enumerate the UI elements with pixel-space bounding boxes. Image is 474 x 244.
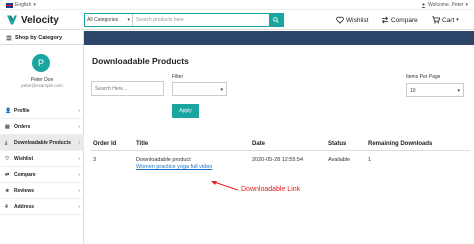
sidebar-item-wishlist[interactable]: ♡ Wishlist › <box>0 151 84 167</box>
chevron-right-icon: › <box>78 107 80 114</box>
account-sidebar: P Peter Doe peter@example.com 👤 Profile … <box>0 45 84 244</box>
category-select[interactable]: All Categories ▾ <box>85 14 133 26</box>
sub-nav: Shop by Category <box>0 31 474 45</box>
heart-icon <box>336 16 344 24</box>
sidebar-item-orders[interactable]: ▤ Orders › <box>0 119 84 135</box>
page-title: Downloadable Products <box>92 56 189 66</box>
chevron-down-icon: ▾ <box>465 2 468 8</box>
sidebar-item-profile[interactable]: 👤 Profile › <box>0 103 84 119</box>
annotation-arrow-icon <box>211 181 239 191</box>
orders-icon: ▤ <box>5 123 10 130</box>
chevron-right-icon: › <box>78 203 80 210</box>
sidebar-item-label: Address <box>14 203 35 210</box>
account-menu[interactable]: Welcome, Peter ▾ <box>421 2 468 8</box>
brand-logo[interactable]: Velocity <box>6 14 59 26</box>
search-icon <box>273 17 279 23</box>
search-bar: All Categories ▾ Search products here <box>84 13 284 27</box>
search-button[interactable] <box>269 14 283 26</box>
sidebar-item-address[interactable]: ⌾ Address › <box>0 199 84 215</box>
column-header-order-id[interactable]: Order Id <box>93 141 116 147</box>
cart-icon <box>432 16 440 24</box>
filter-label: Filter <box>172 74 184 80</box>
table-header-divider <box>90 150 470 151</box>
chevron-right-icon: › <box>78 171 80 178</box>
items-per-page-label: Items Per Page <box>406 74 441 80</box>
downloads-search-input[interactable]: Search Here... <box>91 81 164 96</box>
language-label: English <box>15 2 32 8</box>
sidebar-menu: 👤 Profile › ▤ Orders › ⤓ Downloadable Pr… <box>0 103 84 215</box>
chevron-right-icon: › <box>78 187 80 194</box>
download-link[interactable]: Women practice yoga full video <box>136 164 212 170</box>
hamburger-icon <box>6 35 12 40</box>
top-bar: English ▾ Welcome, Peter ▾ <box>0 0 474 10</box>
compare-icon: ⇄ <box>5 171 10 178</box>
chevron-right-icon: › <box>78 139 80 146</box>
search-input[interactable]: Search products here <box>133 14 269 26</box>
chevron-down-icon: ▾ <box>33 2 36 8</box>
header: Velocity All Categories ▾ Search product… <box>0 10 474 30</box>
compare-icon <box>381 16 389 24</box>
avatar[interactable]: P <box>32 54 50 72</box>
sidebar-item-label: Orders <box>14 123 31 130</box>
chevron-down-icon: ▾ <box>456 17 459 23</box>
sidebar-item-downloadable-products[interactable]: ⤓ Downloadable Products › <box>0 135 84 151</box>
compare-link[interactable]: Compare <box>381 16 418 24</box>
compare-label: Compare <box>391 16 418 24</box>
cell-title: Downloadable product <box>136 157 191 163</box>
main-content: Downloadable Products Filter Items Per P… <box>84 45 474 244</box>
items-per-page-select[interactable]: 10 ▾ <box>406 83 464 97</box>
chevron-down-icon: ▾ <box>457 88 460 94</box>
language-selector[interactable]: English ▾ <box>6 2 36 8</box>
sidebar-item-label: Downloadable Products <box>14 139 71 146</box>
category-select-value: All Categories <box>87 17 119 23</box>
wishlist-link[interactable]: Wishlist <box>336 16 368 24</box>
profile-email: peter@example.com <box>21 83 63 88</box>
chevron-down-icon: ▾ <box>220 87 223 93</box>
location-icon: ⌾ <box>5 203 9 210</box>
uk-flag-icon <box>6 2 13 8</box>
welcome-text: Welcome, Peter <box>428 2 464 8</box>
column-header-date[interactable]: Date <box>252 141 265 147</box>
shop-by-category-label: Shop by Category <box>15 34 63 41</box>
shop-by-category-button[interactable]: Shop by Category <box>0 31 84 45</box>
chevron-right-icon: › <box>78 155 80 162</box>
cell-remaining-downloads: 1 <box>368 157 372 163</box>
cell-status: Available <box>328 157 351 163</box>
apply-button[interactable]: Apply <box>172 104 199 118</box>
user-icon: 👤 <box>5 107 12 114</box>
column-header-remaining-downloads[interactable]: Remaining Downloads <box>368 141 432 147</box>
cell-date: 2020-05-28 12:55:54 <box>252 157 304 163</box>
heart-icon: ♡ <box>5 155 10 162</box>
download-icon: ⤓ <box>5 139 8 146</box>
chevron-down-icon: ▾ <box>127 17 130 23</box>
cart-label: Cart <box>442 16 455 24</box>
sidebar-item-compare[interactable]: ⇄ Compare › <box>0 167 84 183</box>
items-per-page-value: 10 <box>410 88 416 94</box>
chevron-right-icon: › <box>78 123 80 130</box>
sidebar-item-label: Wishlist <box>14 155 34 162</box>
nav-bar <box>84 31 474 45</box>
velocity-logo-icon <box>7 15 17 25</box>
column-header-title[interactable]: Title <box>136 141 148 147</box>
sidebar-item-label: Compare <box>14 171 36 178</box>
brand-name: Velocity <box>21 14 59 26</box>
star-icon: ★ <box>5 187 10 194</box>
column-header-status[interactable]: Status <box>328 141 346 147</box>
filter-select[interactable]: ▾ <box>172 82 227 96</box>
sidebar-item-label: Profile <box>14 107 30 114</box>
cell-order-id: 3 <box>93 157 97 163</box>
sidebar-item-reviews[interactable]: ★ Reviews › <box>0 183 84 199</box>
user-icon <box>421 2 426 8</box>
annotation-label: Downloadable Link <box>241 186 301 193</box>
wishlist-label: Wishlist <box>346 16 369 24</box>
sidebar-item-label: Reviews <box>14 187 35 194</box>
cart-link[interactable]: Cart ▾ <box>432 16 459 24</box>
